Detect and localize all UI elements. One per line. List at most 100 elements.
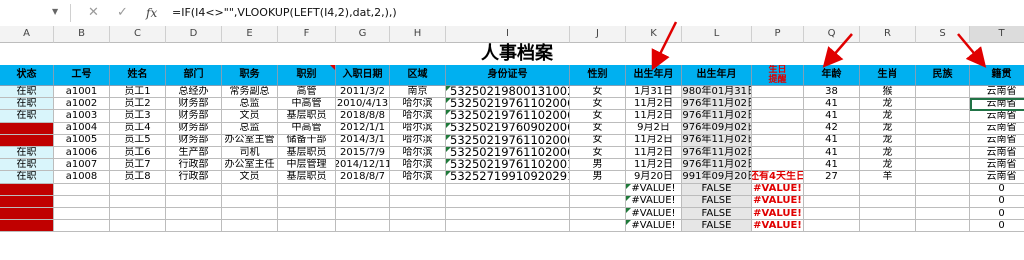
cell-dept[interactable]: 财务部 (166, 134, 222, 147)
cell-zodiac[interactable]: 羊 (860, 171, 916, 184)
cell-id[interactable]: a1008 (54, 171, 110, 184)
cell-age[interactable]: 41 (804, 147, 860, 160)
cell-zodiac[interactable]: 龙 (860, 134, 916, 147)
cell-dept[interactable]: 行政部 (166, 159, 222, 172)
cell-status[interactable]: 离职 (0, 134, 54, 147)
cell-bmd[interactable]: #VALUE! (626, 208, 682, 221)
cell-age[interactable]: 41 (804, 110, 860, 123)
cell-dept[interactable]: 总经办 (166, 86, 222, 99)
cell-age[interactable]: 42 (804, 122, 860, 135)
error-indicator[interactable] (446, 110, 451, 116)
cell-status[interactable]: 在职 (0, 110, 54, 123)
column-header-T[interactable]: T (970, 26, 1024, 43)
enter-icon[interactable]: ✓ (117, 3, 128, 23)
cell-job[interactable]: 司机 (222, 147, 278, 160)
cell-zodiac[interactable] (860, 195, 916, 208)
cell-remind[interactable]: #VALUE! (752, 183, 804, 196)
cell-id[interactable]: a1006 (54, 147, 110, 160)
cell-origin[interactable]: 云南省 (970, 159, 1024, 172)
cell-origin[interactable]: 0 (970, 184, 1024, 196)
cell-remind[interactable] (752, 110, 804, 123)
cell-area[interactable]: 哈尔滨 (390, 159, 446, 172)
cell-sex[interactable]: 女 (570, 98, 626, 111)
column-header-D[interactable]: D (166, 26, 222, 43)
cell-dept[interactable] (166, 208, 222, 221)
cell-name[interactable]: 员工6 (110, 147, 166, 160)
cell-zodiac[interactable] (860, 220, 916, 233)
cell-dept[interactable]: 财务部 (166, 98, 222, 111)
error-indicator[interactable] (446, 134, 451, 140)
cell-sex[interactable] (570, 195, 626, 208)
cell-remind[interactable]: #VALUE! (752, 208, 804, 221)
column-header-C[interactable]: C (110, 26, 166, 43)
cell-bdate[interactable]: 1976年11月02日 (682, 159, 752, 172)
cell-bmd[interactable]: #VALUE! (626, 195, 682, 208)
cell-name[interactable] (110, 220, 166, 233)
error-indicator[interactable] (446, 171, 451, 177)
cell-date[interactable] (336, 220, 390, 233)
cell-idcard[interactable] (446, 220, 570, 233)
cell-idcard[interactable]: 532527199109202913 (446, 171, 570, 184)
cell-status[interactable] (0, 220, 54, 233)
cell-sex[interactable] (570, 220, 626, 233)
cell-job[interactable] (222, 208, 278, 221)
cell-origin[interactable]: 0 (970, 220, 1024, 233)
cell-level[interactable] (278, 208, 336, 221)
cell-area[interactable]: 哈尔滨 (390, 110, 446, 123)
cell-name[interactable]: 员工3 (110, 110, 166, 123)
column-header-S[interactable]: S (916, 26, 970, 43)
fx-icon[interactable]: fx (146, 3, 157, 23)
column-header-J[interactable]: J (570, 26, 626, 43)
cell-origin[interactable]: 云南省 (970, 147, 1024, 160)
comment-indicator[interactable] (330, 65, 335, 70)
cell-dept[interactable]: 生产部 (166, 147, 222, 160)
cell-level[interactable] (278, 220, 336, 233)
cell-name[interactable]: 员工7 (110, 159, 166, 172)
cell-zodiac[interactable]: 龙 (860, 110, 916, 123)
cancel-icon[interactable]: ✕ (88, 3, 99, 23)
cell-status[interactable] (0, 183, 54, 196)
cell-origin[interactable]: 0 (970, 208, 1024, 221)
cell-area[interactable]: 哈尔滨 (390, 147, 446, 160)
cell-level[interactable] (278, 183, 336, 196)
cell-remind[interactable] (752, 86, 804, 99)
cell-remind[interactable] (752, 134, 804, 147)
column-header-Q[interactable]: Q (804, 26, 860, 43)
cell-status[interactable] (0, 195, 54, 208)
cell-bmd[interactable]: 9月2日 (626, 122, 682, 135)
cell-level[interactable] (278, 195, 336, 208)
cell-remind[interactable] (752, 98, 804, 111)
cell-status[interactable]: 在职 (0, 98, 54, 111)
cell-age[interactable] (804, 208, 860, 221)
cell-status[interactable]: 在职 (0, 147, 54, 160)
cell-sex[interactable]: 女 (570, 110, 626, 123)
cell-bmd[interactable]: 11月2日 (626, 159, 682, 172)
cell-date[interactable] (336, 183, 390, 196)
cell-date[interactable]: 2010/4/13 (336, 98, 390, 111)
cell-idcard[interactable] (446, 195, 570, 208)
cell-level[interactable]: 中高管 (278, 98, 336, 111)
cell-origin[interactable]: 0 (970, 196, 1024, 208)
cell-age[interactable]: 41 (804, 134, 860, 147)
cell-bdate[interactable]: 1991年09月20日 (682, 171, 752, 184)
error-indicator[interactable] (626, 220, 631, 226)
column-header-A[interactable]: A (0, 26, 54, 43)
cell-job[interactable] (222, 183, 278, 196)
cell-idcard[interactable] (446, 208, 570, 221)
cell-area[interactable] (390, 195, 446, 208)
cell-nation[interactable] (916, 147, 970, 160)
cell-bdate[interactable]: 1976年11月02日 (682, 147, 752, 160)
cell-status[interactable]: 在职 (0, 159, 54, 172)
cell-zodiac[interactable]: 龙 (860, 159, 916, 172)
column-header-G[interactable]: G (336, 26, 390, 43)
cell-idcard[interactable]: 532502197611020068 (446, 147, 570, 160)
cell-name[interactable]: 员工4 (110, 122, 166, 135)
cell-id[interactable]: a1003 (54, 110, 110, 123)
cell-idcard[interactable]: 532502198001310027 (446, 86, 570, 99)
cell-date[interactable]: 2012/1/1 (336, 122, 390, 135)
cell-idcard[interactable]: 532502197609020068 (446, 122, 570, 135)
cell-dept[interactable]: 财务部 (166, 110, 222, 123)
cell-date[interactable]: 2011/3/2 (336, 86, 390, 99)
cell-area[interactable]: 哈尔滨 (390, 122, 446, 135)
cell-remind[interactable]: #VALUE! (752, 195, 804, 208)
